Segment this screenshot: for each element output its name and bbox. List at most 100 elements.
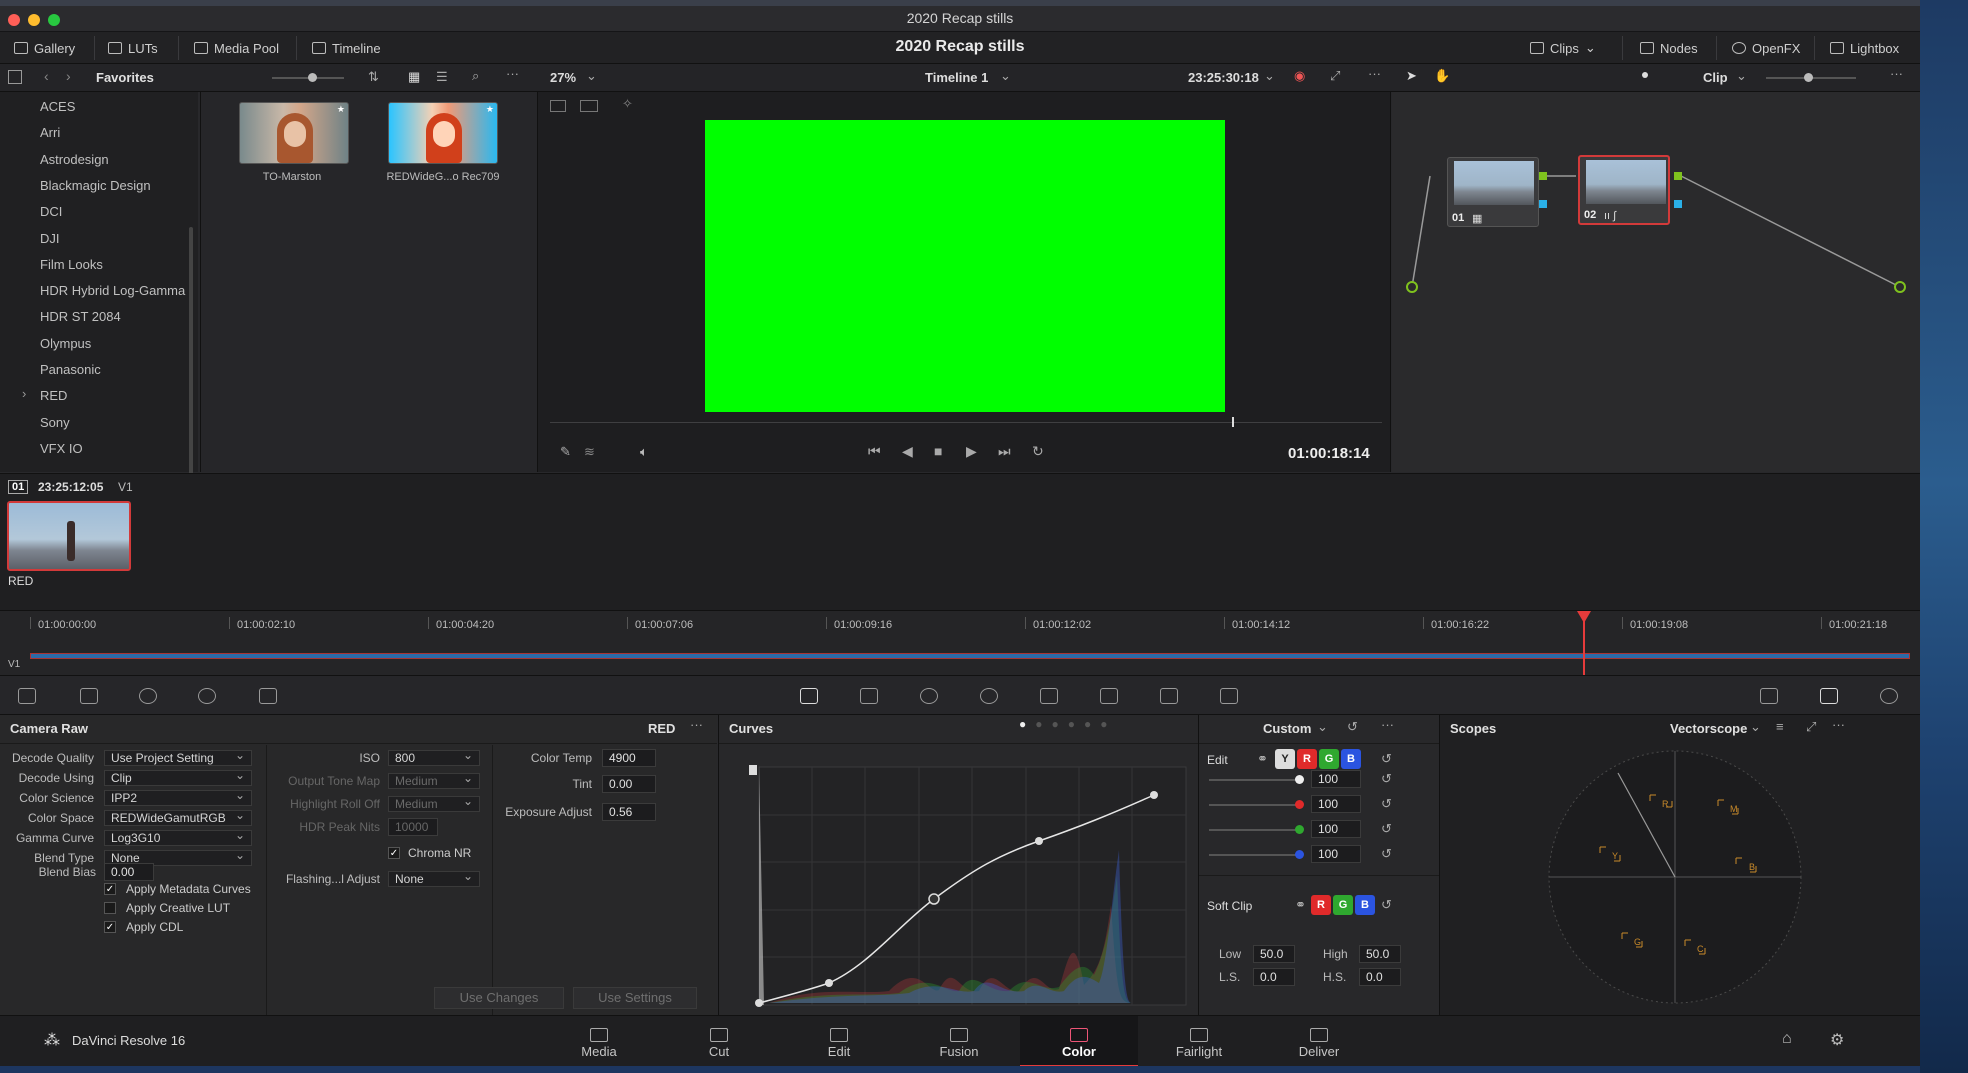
- apply-metadata-curves-checkbox[interactable]: ✓: [104, 883, 116, 895]
- more-options-icon[interactable]: ···: [1832, 717, 1845, 732]
- hand-tool-icon[interactable]: ✋: [1434, 68, 1450, 84]
- timeline-select[interactable]: Timeline 1: [925, 70, 988, 85]
- curves-graph[interactable]: [739, 755, 1199, 1015]
- motion-effects-icon[interactable]: [259, 688, 277, 704]
- lut-folder-item[interactable]: Astrodesign: [40, 152, 109, 167]
- lut-folder-item[interactable]: DJI: [40, 231, 60, 246]
- magic-wand-icon[interactable]: ✧: [622, 96, 633, 112]
- node-zoom-slider[interactable]: [1766, 73, 1856, 82]
- soft-clip-b-button[interactable]: B: [1355, 895, 1375, 915]
- peak-nits-input[interactable]: 10000: [388, 818, 438, 836]
- list-view-icon[interactable]: ☰: [436, 69, 448, 85]
- sort-icon[interactable]: ⇅: [368, 69, 379, 85]
- node-output-rgb[interactable]: [1539, 172, 1547, 180]
- page-tab-media[interactable]: Media: [540, 1016, 658, 1066]
- stop-icon[interactable]: ■: [934, 443, 942, 459]
- window-icon[interactable]: [920, 688, 938, 704]
- keyframes-icon[interactable]: [1760, 688, 1778, 704]
- chevron-down-icon[interactable]: ⌄: [586, 68, 597, 84]
- page-tab-cut[interactable]: Cut: [660, 1016, 778, 1066]
- lut-folder-item[interactable]: HDR ST 2084: [40, 309, 121, 324]
- node-02-selected[interactable]: 02 ıı ∫: [1578, 155, 1670, 225]
- curve-mode-select[interactable]: Custom: [1263, 721, 1311, 736]
- layers-icon[interactable]: ≋: [584, 444, 595, 460]
- clips-button[interactable]: Clips ⌄: [1530, 39, 1596, 57]
- raw-setting-select[interactable]: Use Project Setting: [104, 748, 252, 766]
- info-icon[interactable]: [1880, 688, 1898, 704]
- sizing-icon[interactable]: [1160, 688, 1178, 704]
- openfx-button[interactable]: OpenFX: [1732, 39, 1800, 57]
- eyedropper-icon[interactable]: ✎: [560, 444, 571, 460]
- flashing-select[interactable]: None: [388, 869, 480, 887]
- color-temp-input[interactable]: 4900: [602, 749, 656, 767]
- node-01[interactable]: 01 ▦: [1447, 157, 1539, 227]
- slider-handle[interactable]: [1295, 850, 1304, 859]
- iso-select[interactable]: 800: [388, 748, 480, 766]
- lut-folder-item[interactable]: Arri: [40, 125, 60, 140]
- track-bar[interactable]: [30, 653, 1910, 659]
- chevron-down-icon[interactable]: ⌄: [1264, 68, 1275, 84]
- r-slider[interactable]: [1209, 800, 1304, 809]
- nodes-button[interactable]: Nodes: [1640, 39, 1698, 57]
- reset-icon[interactable]: ↺: [1381, 796, 1392, 812]
- scope-type-select[interactable]: Vectorscope: [1670, 721, 1747, 736]
- page-tab-fairlight[interactable]: Fairlight: [1140, 1016, 1258, 1066]
- node-output-alpha[interactable]: [1539, 200, 1547, 208]
- chevron-right-icon[interactable]: ›: [22, 386, 26, 401]
- lut-folder-item[interactable]: Sony: [40, 415, 70, 430]
- reset-icon[interactable]: ↺: [1381, 771, 1392, 787]
- lut-folder-item[interactable]: ACES: [40, 99, 75, 114]
- page-tab-deliver[interactable]: Deliver: [1260, 1016, 1378, 1066]
- home-icon[interactable]: ⌂: [1782, 1030, 1792, 1048]
- r-channel-button[interactable]: R: [1297, 749, 1317, 769]
- lut-folder-item[interactable]: Blackmagic Design: [40, 178, 151, 193]
- reverse-icon[interactable]: ◀: [902, 443, 913, 460]
- b-value-input[interactable]: 100: [1311, 845, 1361, 863]
- b-slider[interactable]: [1209, 850, 1304, 859]
- slider-handle[interactable]: [308, 73, 317, 82]
- split-view-icon[interactable]: [580, 100, 598, 112]
- mini-timeline[interactable]: 01:00:00:00 01:00:02:10 01:00:04:20 01:00:0…: [0, 610, 1920, 676]
- clip-thumbnail[interactable]: [7, 501, 131, 571]
- back-icon[interactable]: ‹: [44, 68, 49, 84]
- raw-setting-select[interactable]: IPP2: [104, 788, 252, 806]
- reset-icon[interactable]: ↺: [1347, 719, 1358, 735]
- more-options-icon[interactable]: ···: [1368, 66, 1381, 81]
- tint-input[interactable]: 0.00: [602, 775, 656, 793]
- lut-folder-item[interactable]: VFX IO: [40, 441, 83, 456]
- page-tab-fusion[interactable]: Fusion: [900, 1016, 1018, 1066]
- color-wheels-icon[interactable]: [139, 688, 157, 704]
- g-value-input[interactable]: 100: [1311, 820, 1361, 838]
- node-mode-select[interactable]: Clip: [1703, 70, 1728, 85]
- settings-gear-icon[interactable]: ⚙: [1830, 1030, 1844, 1050]
- page-tab-color[interactable]: Color: [1020, 1016, 1138, 1066]
- lut-folder-item[interactable]: Olympus: [40, 336, 91, 351]
- expand-icon[interactable]: ⤢: [1806, 719, 1816, 735]
- single-view-icon[interactable]: [550, 100, 566, 112]
- tone-map-select[interactable]: Medium: [388, 771, 480, 789]
- g-channel-button[interactable]: G: [1319, 749, 1339, 769]
- high-input[interactable]: 50.0: [1359, 945, 1401, 963]
- y-slider[interactable]: [1209, 775, 1304, 784]
- low-input[interactable]: 50.0: [1253, 945, 1295, 963]
- grid-view-icon[interactable]: ▦: [408, 69, 420, 85]
- search-icon[interactable]: ⌕: [472, 68, 479, 84]
- play-icon[interactable]: ▶: [966, 443, 977, 460]
- rolloff-select[interactable]: Medium: [388, 794, 480, 812]
- camera-raw-icon[interactable]: [18, 688, 36, 704]
- qualifier-icon[interactable]: [860, 688, 878, 704]
- scrubber-track[interactable]: [550, 422, 1382, 423]
- reset-icon[interactable]: ↺: [1381, 751, 1392, 767]
- exposure-input[interactable]: 0.56: [602, 803, 656, 821]
- soft-clip-r-button[interactable]: R: [1311, 895, 1331, 915]
- blur-icon[interactable]: [1040, 688, 1058, 704]
- slider-handle[interactable]: [1295, 775, 1304, 784]
- scopes-icon[interactable]: [1820, 688, 1838, 704]
- lut-folder-item[interactable]: Film Looks: [40, 257, 103, 272]
- tracker-icon[interactable]: [980, 688, 998, 704]
- slider-handle[interactable]: [1295, 825, 1304, 834]
- more-options-icon[interactable]: ···: [1381, 717, 1394, 732]
- pointer-tool-icon[interactable]: ➤: [1406, 68, 1417, 84]
- lut-folder-item[interactable]: RED: [40, 388, 67, 403]
- color-match-icon[interactable]: [80, 688, 98, 704]
